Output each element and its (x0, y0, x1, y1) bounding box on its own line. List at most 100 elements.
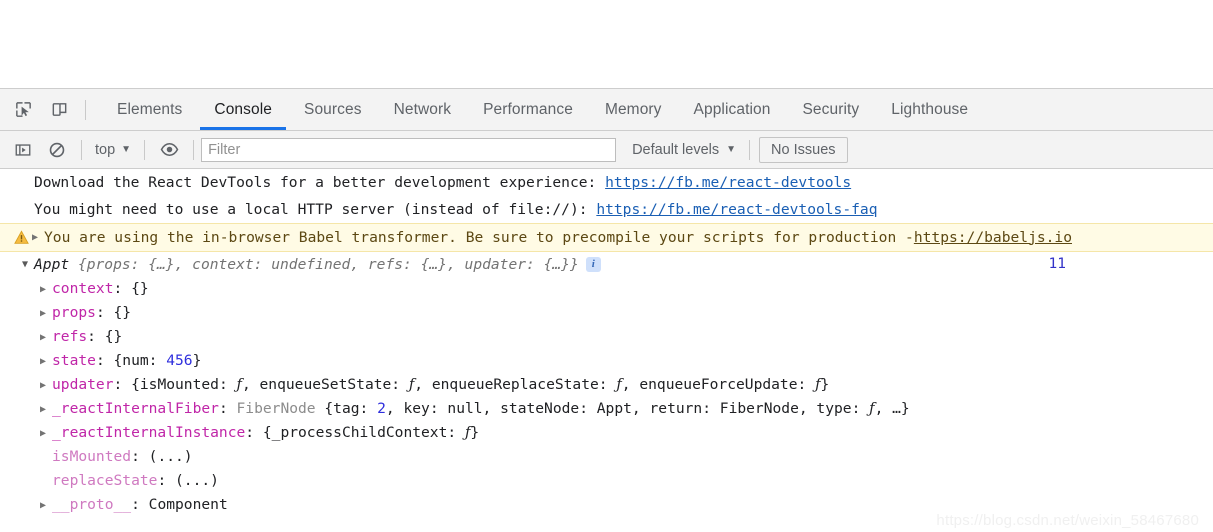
property-value: {num: 456} (114, 349, 202, 373)
property-name: state (52, 349, 96, 373)
property-expand-arrow[interactable]: ▶ (40, 278, 52, 301)
property-expand-arrow[interactable]: ▶ (40, 350, 52, 373)
console-object-header[interactable]: ▼Appt {props: {…}, context: undefined, r… (0, 252, 1213, 277)
property-separator: : (131, 445, 149, 469)
page-viewport-area (0, 0, 1213, 88)
property-separator: : (219, 397, 237, 421)
console-message-warning[interactable]: ▶You are using the in-browser Babel tran… (0, 223, 1213, 252)
console-sidebar-icon[interactable] (6, 133, 40, 167)
object-property-row[interactable]: ▶updater: {isMounted: ƒ, enqueueSetState… (0, 373, 1213, 397)
tab-memory-label: Memory (605, 101, 662, 119)
console-message-list[interactable]: Download the React DevTools for a better… (0, 169, 1213, 532)
property-name: updater (52, 373, 114, 397)
property-value: {isMounted: ƒ, enqueueSetState: ƒ, enque… (131, 373, 829, 397)
object-expand-arrow[interactable]: ▼ (22, 253, 34, 276)
console-filterbar: top ▼ Default levels ▼ No Issues (0, 131, 1213, 169)
tab-elements[interactable]: Elements (101, 89, 198, 130)
devtools-panel: Elements Console Sources Network Perform… (0, 88, 1213, 532)
device-toolbar-icon[interactable] (42, 93, 76, 127)
property-name: context (52, 277, 114, 301)
tab-lighthouse[interactable]: Lighthouse (875, 89, 984, 130)
property-separator: : (157, 469, 175, 493)
property-name: replaceState (52, 469, 157, 493)
property-separator: : (96, 301, 114, 325)
devtools-tabs: Elements Console Sources Network Perform… (101, 89, 984, 130)
property-value: Component (149, 493, 228, 517)
object-property-row[interactable]: ▶refs: {} (0, 325, 1213, 349)
object-property-row[interactable]: ▶props: {} (0, 301, 1213, 325)
property-value: {} (105, 325, 123, 349)
info-icon[interactable]: i (586, 257, 601, 272)
filterbar-divider-2 (144, 140, 145, 160)
tab-console[interactable]: Console (198, 89, 288, 130)
console-message-text: Download the React DevTools for a better… (0, 171, 605, 194)
object-property-row[interactable]: ▶_reactInternalInstance: {_processChildC… (0, 421, 1213, 445)
object-property-row[interactable]: ▶context: {} (0, 277, 1213, 301)
property-expand-arrow[interactable]: ▶ (40, 326, 52, 349)
object-property-row[interactable]: isMounted: (...) (0, 445, 1213, 469)
property-value: {} (131, 277, 149, 301)
property-expand-arrow[interactable]: ▶ (40, 494, 52, 517)
property-separator: : (87, 325, 105, 349)
object-property-row[interactable]: replaceState: (...) (0, 469, 1213, 493)
chevron-down-icon: ▼ (726, 145, 736, 155)
property-separator: : (114, 277, 132, 301)
object-property-row[interactable]: ▶__proto__: Component (0, 493, 1213, 517)
warning-expand-arrow[interactable]: ▶ (32, 226, 44, 249)
tab-memory[interactable]: Memory (589, 89, 678, 130)
tab-lighthouse-label: Lighthouse (891, 101, 968, 119)
property-value: {} (114, 301, 132, 325)
property-value: FiberNode {tag: 2, key: null, stateNode:… (237, 397, 910, 421)
tab-application[interactable]: Application (678, 89, 787, 130)
property-separator: : (114, 373, 132, 397)
property-value: (...) (175, 469, 219, 493)
console-message-text: You might need to use a local HTTP serve… (0, 198, 596, 221)
property-value: (...) (149, 445, 193, 469)
execution-context-selector[interactable]: top ▼ (89, 138, 137, 162)
live-expression-eye-icon[interactable] (152, 133, 186, 167)
tab-network[interactable]: Network (378, 89, 468, 130)
tab-security-label: Security (802, 101, 859, 119)
property-name: refs (52, 325, 87, 349)
log-levels-dropdown[interactable]: Default levels ▼ (626, 138, 742, 162)
property-expand-arrow[interactable]: ▶ (40, 422, 52, 445)
property-value: {_processChildContext: ƒ} (263, 421, 479, 445)
console-message-link[interactable]: https://fb.me/react-devtools (605, 171, 851, 194)
console-message-log[interactable]: You might need to use a local HTTP serve… (0, 196, 1213, 223)
screenshot-root: Elements Console Sources Network Perform… (0, 0, 1213, 532)
tab-sources[interactable]: Sources (288, 89, 378, 130)
property-expand-arrow[interactable]: ▶ (40, 374, 52, 397)
tab-sources-label: Sources (304, 101, 362, 119)
toolbar-divider (85, 100, 86, 120)
property-expand-arrow[interactable]: ▶ (40, 302, 52, 325)
object-class-name: Appt (34, 252, 69, 277)
tab-security[interactable]: Security (786, 89, 875, 130)
inspect-cursor-icon[interactable] (6, 93, 40, 127)
tab-elements-label: Elements (117, 101, 182, 119)
property-name: _reactInternalInstance (52, 421, 245, 445)
console-warning-text: You are using the in-browser Babel trans… (44, 226, 914, 250)
chevron-down-icon: ▼ (121, 145, 131, 155)
execution-context-label: top (95, 142, 115, 158)
source-location-link[interactable]: 11 (1049, 252, 1066, 277)
console-message-log[interactable]: Download the React DevTools for a better… (0, 169, 1213, 196)
tab-application-label: Application (694, 101, 771, 119)
property-separator: : (131, 493, 149, 517)
no-issues-button[interactable]: No Issues (759, 137, 847, 163)
tab-performance-label: Performance (483, 101, 573, 119)
tab-performance[interactable]: Performance (467, 89, 589, 130)
devtools-tool-icons (6, 89, 93, 130)
property-name: _reactInternalFiber (52, 397, 219, 421)
object-property-row[interactable]: ▶state: {num: 456} (0, 349, 1213, 373)
property-expand-arrow[interactable]: ▶ (40, 398, 52, 421)
devtools-tabstrip: Elements Console Sources Network Perform… (0, 89, 1213, 131)
console-message-link[interactable]: https://fb.me/react-devtools-faq (596, 198, 877, 221)
log-levels-label: Default levels (632, 142, 719, 158)
clear-console-icon[interactable] (40, 133, 74, 167)
console-warning-link[interactable]: https://babeljs.io (914, 226, 1072, 250)
property-name: props (52, 301, 96, 325)
property-name: isMounted (52, 445, 131, 469)
console-filter-input[interactable] (201, 138, 616, 162)
object-property-row[interactable]: ▶_reactInternalFiber: FiberNode {tag: 2,… (0, 397, 1213, 421)
tab-network-label: Network (394, 101, 452, 119)
